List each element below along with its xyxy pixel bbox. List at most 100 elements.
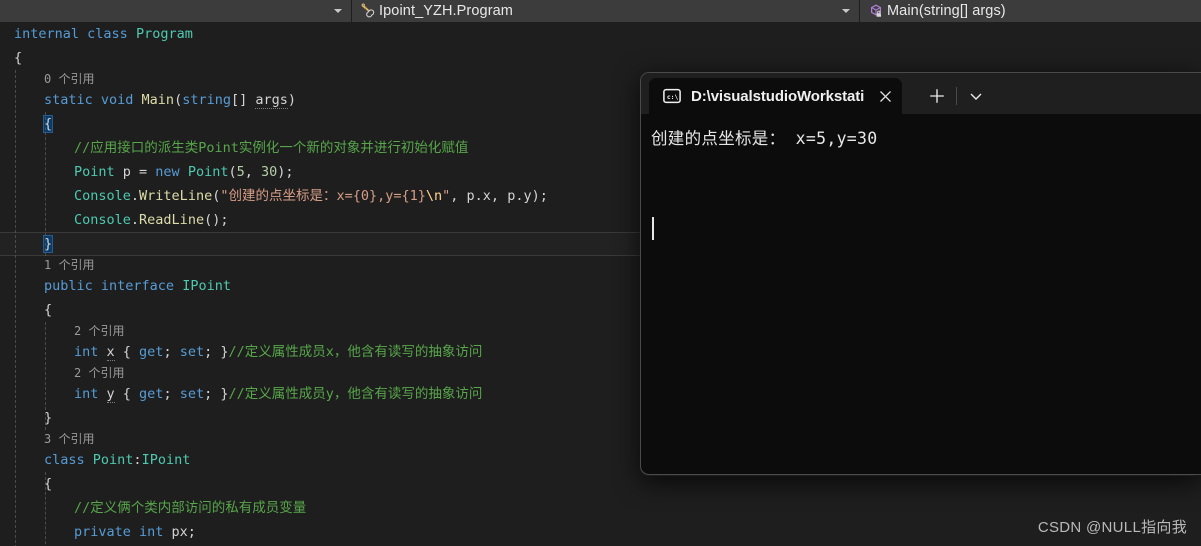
- code-token-pln: (: [174, 92, 183, 108]
- terminal-tab-title: D:\visualstudioWorkstati: [691, 87, 865, 105]
- new-tab-icon[interactable]: [924, 83, 950, 109]
- code-token-pln: ;: [163, 344, 180, 360]
- code-line[interactable]: class Point:IPoint: [0, 448, 190, 472]
- code-token-com: //定义俩个类内部访问的私有成员变量: [74, 500, 307, 516]
- nav-type-label: Ipoint_YZH.Program: [379, 3, 513, 19]
- code-token-num: 5: [236, 164, 245, 180]
- code-token-pln: {: [114, 344, 140, 360]
- watermark: CSDN @NULL指向我: [1037, 519, 1187, 536]
- code-token-pln: );: [277, 164, 294, 180]
- code-token-brc: {: [14, 50, 23, 66]
- terminal-cursor: [652, 217, 654, 240]
- code-line[interactable]: Console.ReadLine();: [0, 208, 228, 232]
- terminal-window[interactable]: c:\ D:\visualstudioWorkstati 创建的点坐标是： x=…: [640, 72, 1201, 475]
- code-token-kw: private: [74, 524, 140, 540]
- code-line[interactable]: {: [0, 46, 22, 70]
- code-token-identifier: y: [106, 386, 115, 403]
- code-token-kw: class: [44, 452, 93, 468]
- svg-text:c:\: c:\: [667, 94, 679, 101]
- chevron-down-icon[interactable]: [963, 83, 989, 109]
- code-line[interactable]: //应用接口的派生类Point实例化一个新的对象并进行初始化赋值: [0, 136, 468, 160]
- code-token-kw: class: [87, 26, 136, 42]
- code-token-fn: ReadLine: [139, 212, 205, 228]
- code-token-fn: Main: [141, 92, 175, 108]
- indent-guide: [14, 70, 17, 546]
- code-token-pln: p =: [122, 164, 156, 180]
- code-token-cls: IPoint: [141, 452, 191, 468]
- code-token-pln: :: [133, 452, 142, 468]
- code-token-pln: ): [287, 92, 297, 108]
- code-token-kw: internal: [14, 26, 88, 42]
- code-line[interactable]: private int px;: [0, 520, 196, 544]
- code-token-kw: new: [155, 164, 188, 180]
- code-token-typ: Console: [74, 212, 131, 228]
- close-icon[interactable]: [874, 85, 896, 107]
- code-line[interactable]: int x { get; set; }//定义属性成员x，他含有读写的抽象访问: [0, 340, 482, 364]
- code-token-pln: ; }: [204, 344, 229, 360]
- codelens-reference-count[interactable]: 2 个引用: [0, 322, 124, 340]
- code-token-cls: Point: [74, 164, 123, 180]
- indent-guide: [44, 472, 47, 546]
- vscode-window: Ipoint_YZH.Program Main(string[] args) i…: [0, 0, 1201, 546]
- code-token-kw: get: [139, 344, 164, 360]
- toolbar-divider: [956, 87, 958, 105]
- code-token-pln: ();: [204, 212, 229, 228]
- code-token-pln: ,: [244, 164, 261, 180]
- code-token-esc: \n: [425, 188, 443, 204]
- code-token-pln: ;: [163, 386, 180, 402]
- code-token-pln: (: [228, 164, 237, 180]
- code-token-identifier: x: [106, 344, 115, 361]
- terminal-titlebar: c:\ D:\visualstudioWorkstati: [641, 73, 1201, 114]
- navigation-bar: Ipoint_YZH.Program Main(string[] args): [0, 0, 1201, 22]
- method-private-icon: [871, 4, 881, 17]
- code-token-pln: .: [130, 212, 140, 228]
- code-token-kw: set: [179, 344, 205, 360]
- code-token-kw: void: [100, 92, 142, 108]
- indent-guide: [44, 112, 47, 256]
- indent-guide: [44, 322, 47, 430]
- code-token-kw: int: [139, 524, 172, 540]
- nav-segment-project[interactable]: [0, 0, 352, 22]
- code-token-brc: {: [44, 302, 53, 318]
- code-line[interactable]: int y { get; set; }//定义属性成员y，他含有读写的抽象访问: [0, 382, 482, 406]
- code-token-kw: int: [74, 344, 107, 360]
- terminal-output-line: 创建的点坐标是： x=5,y=30: [651, 129, 878, 148]
- terminal-output[interactable]: 创建的点坐标是： x=5,y=30: [641, 114, 1201, 474]
- code-token-com: //应用接口的派生类Point实例化一个新的对象并进行初始化赋值: [74, 140, 469, 156]
- nav-segment-type[interactable]: Ipoint_YZH.Program: [352, 0, 860, 22]
- terminal-tab[interactable]: c:\ D:\visualstudioWorkstati: [649, 78, 903, 114]
- nav-member-label: Main(string[] args): [887, 3, 1006, 19]
- nav-segment-member[interactable]: Main(string[] args): [860, 0, 1201, 22]
- code-token-kw: string: [182, 92, 231, 108]
- code-token-pln: px;: [171, 524, 196, 540]
- code-token-pln: ; }: [204, 386, 229, 402]
- code-token-pln: []: [230, 92, 256, 108]
- class-members-icon: [361, 3, 375, 18]
- code-token-pln: .: [130, 188, 140, 204]
- code-token-cls: Point: [187, 164, 229, 180]
- code-token-identifier: args: [255, 92, 288, 109]
- code-token-cls: Program: [135, 26, 193, 42]
- code-line[interactable]: public interface IPoint: [0, 274, 231, 298]
- code-token-str: "创建的点坐标是：x={0},y={1}: [220, 188, 426, 204]
- code-line[interactable]: internal class Program: [0, 22, 193, 46]
- chevron-down-icon: [334, 9, 342, 13]
- code-token-kw: get: [139, 386, 164, 402]
- chevron-down-icon: [842, 9, 850, 13]
- current-line-highlight: [0, 232, 643, 256]
- console-cmd-icon: c:\: [663, 88, 681, 104]
- code-token-kw: static: [44, 92, 101, 108]
- codelens-reference-count[interactable]: 2 个引用: [0, 364, 124, 382]
- code-token-num: 30: [261, 164, 278, 180]
- code-token-com: //定义属性成员y，他含有读写的抽象访问: [228, 386, 483, 402]
- code-token-pln: , p.x, p.y);: [450, 188, 548, 204]
- code-token-cls: IPoint: [182, 278, 231, 294]
- code-line[interactable]: Console.WriteLine("创建的点坐标是：x={0},y={1}\n…: [0, 184, 548, 208]
- code-token-kw: public: [44, 278, 101, 294]
- code-token-com: //定义属性成员x，他含有读写的抽象访问: [228, 344, 483, 360]
- code-line[interactable]: static void Main(string[] args): [0, 88, 296, 112]
- code-token-kw: int: [74, 386, 107, 402]
- code-token-fn: WriteLine: [139, 188, 213, 204]
- code-line[interactable]: {: [0, 298, 52, 322]
- code-token-typ: Console: [74, 188, 131, 204]
